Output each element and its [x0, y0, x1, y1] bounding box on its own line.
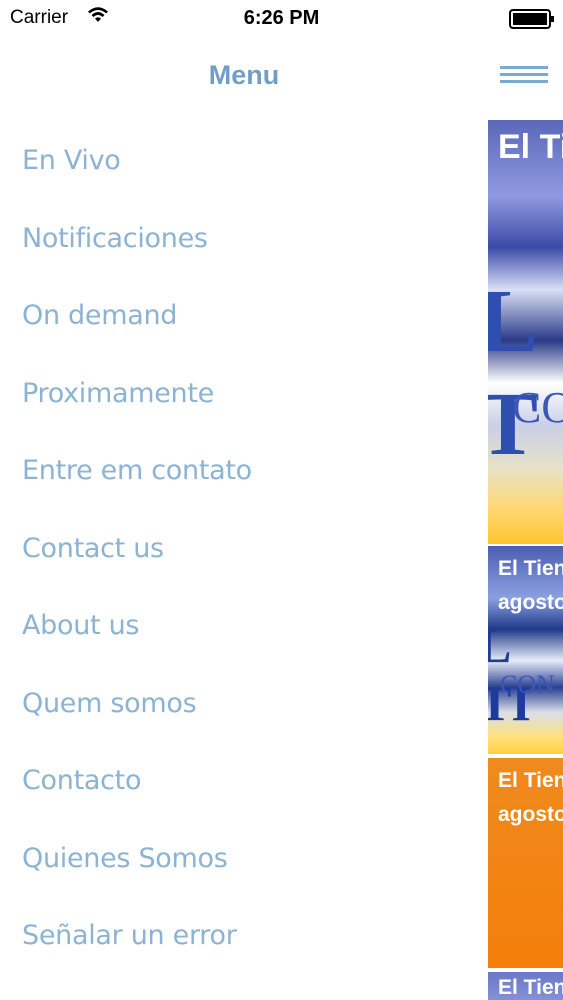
card-logo-text: L T	[488, 272, 539, 474]
menu-title: Menu	[208, 60, 280, 90]
menu-item-quienes-somos[interactable]: Quienes Somos	[0, 820, 488, 898]
card-title: El Ti	[498, 128, 563, 166]
card-logo-subtext: CON	[500, 670, 555, 699]
content-feed: L T CO El Ti L TI CON El Tien agosto El …	[488, 120, 563, 1000]
feed-card[interactable]: L TI CON El Tien agosto	[488, 546, 563, 754]
feed-card[interactable]: El Tien agosto	[488, 758, 563, 968]
feed-card[interactable]: El Tien	[488, 972, 563, 1000]
battery-icon	[509, 9, 555, 34]
hamburger-menu-icon[interactable]	[500, 66, 548, 88]
feed-card[interactable]: L T CO El Ti	[488, 120, 563, 544]
menu-item-proximamente[interactable]: Proximamente	[0, 355, 488, 433]
menu-item-entre-em-contato[interactable]: Entre em contato	[0, 432, 488, 510]
menu-item-on-demand[interactable]: On demand	[0, 277, 488, 355]
card-logo-subtext: CO	[512, 383, 563, 432]
menu-item-contact-us[interactable]: Contact us	[0, 510, 488, 588]
menu-item-quem-somos[interactable]: Quem somos	[0, 665, 488, 743]
card-title: El Tien agosto	[498, 557, 563, 614]
side-menu: En Vivo Notificaciones On demand Proxima…	[0, 122, 488, 975]
menu-item-contacto[interactable]: Contacto	[0, 742, 488, 820]
menu-item-en-vivo[interactable]: En Vivo	[0, 122, 488, 200]
card-title: El Tien	[498, 976, 563, 999]
menu-item-about-us[interactable]: About us	[0, 587, 488, 665]
card-title: El Tien agosto	[498, 769, 563, 826]
menu-item-notificaciones[interactable]: Notificaciones	[0, 200, 488, 278]
status-bar: Carrier 6:26 PM	[0, 0, 563, 38]
menu-item-senalar-error[interactable]: Señalar un error	[0, 897, 488, 975]
clock-label: 6:26 PM	[243, 7, 320, 29]
